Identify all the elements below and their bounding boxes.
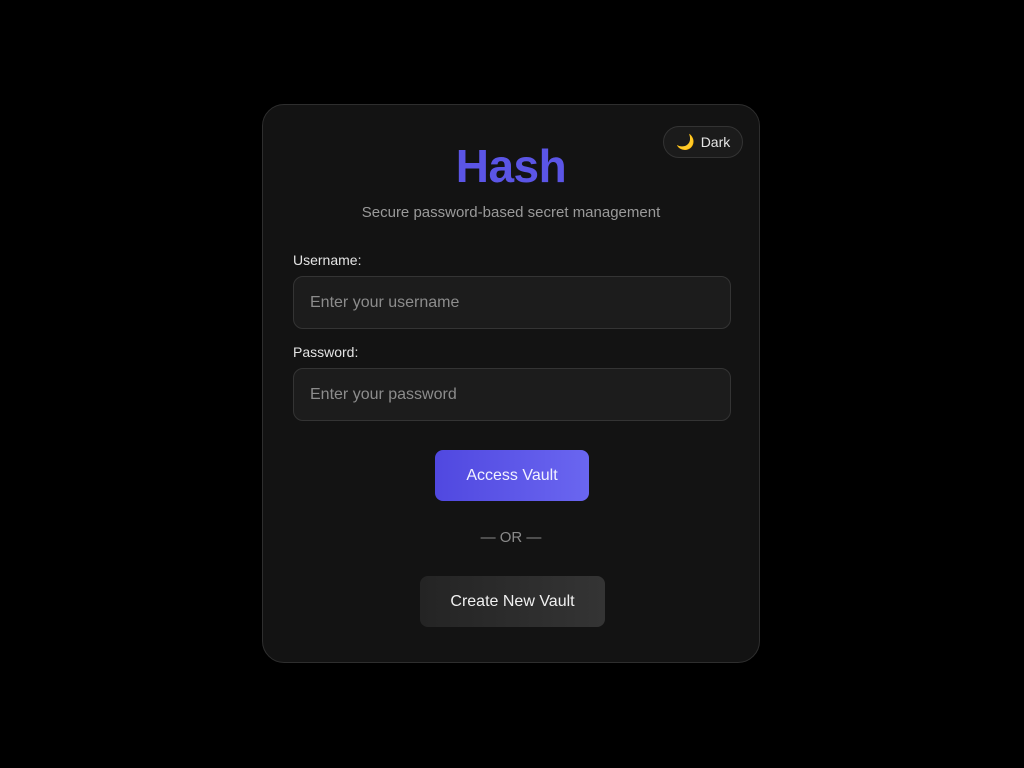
password-input[interactable] [293,368,731,421]
login-card: 🌙 Dark Hash Secure password-based secret… [262,104,760,663]
username-input[interactable] [293,276,731,329]
password-label: Password: [293,344,359,360]
username-label: Username: [293,252,362,268]
or-divider: — OR — [480,529,542,546]
create-vault-button[interactable]: Create New Vault [420,576,605,627]
app-subtitle: Secure password-based secret management [361,204,661,221]
app-title: Hash [455,140,567,192]
access-vault-button[interactable]: Access Vault [435,450,589,501]
